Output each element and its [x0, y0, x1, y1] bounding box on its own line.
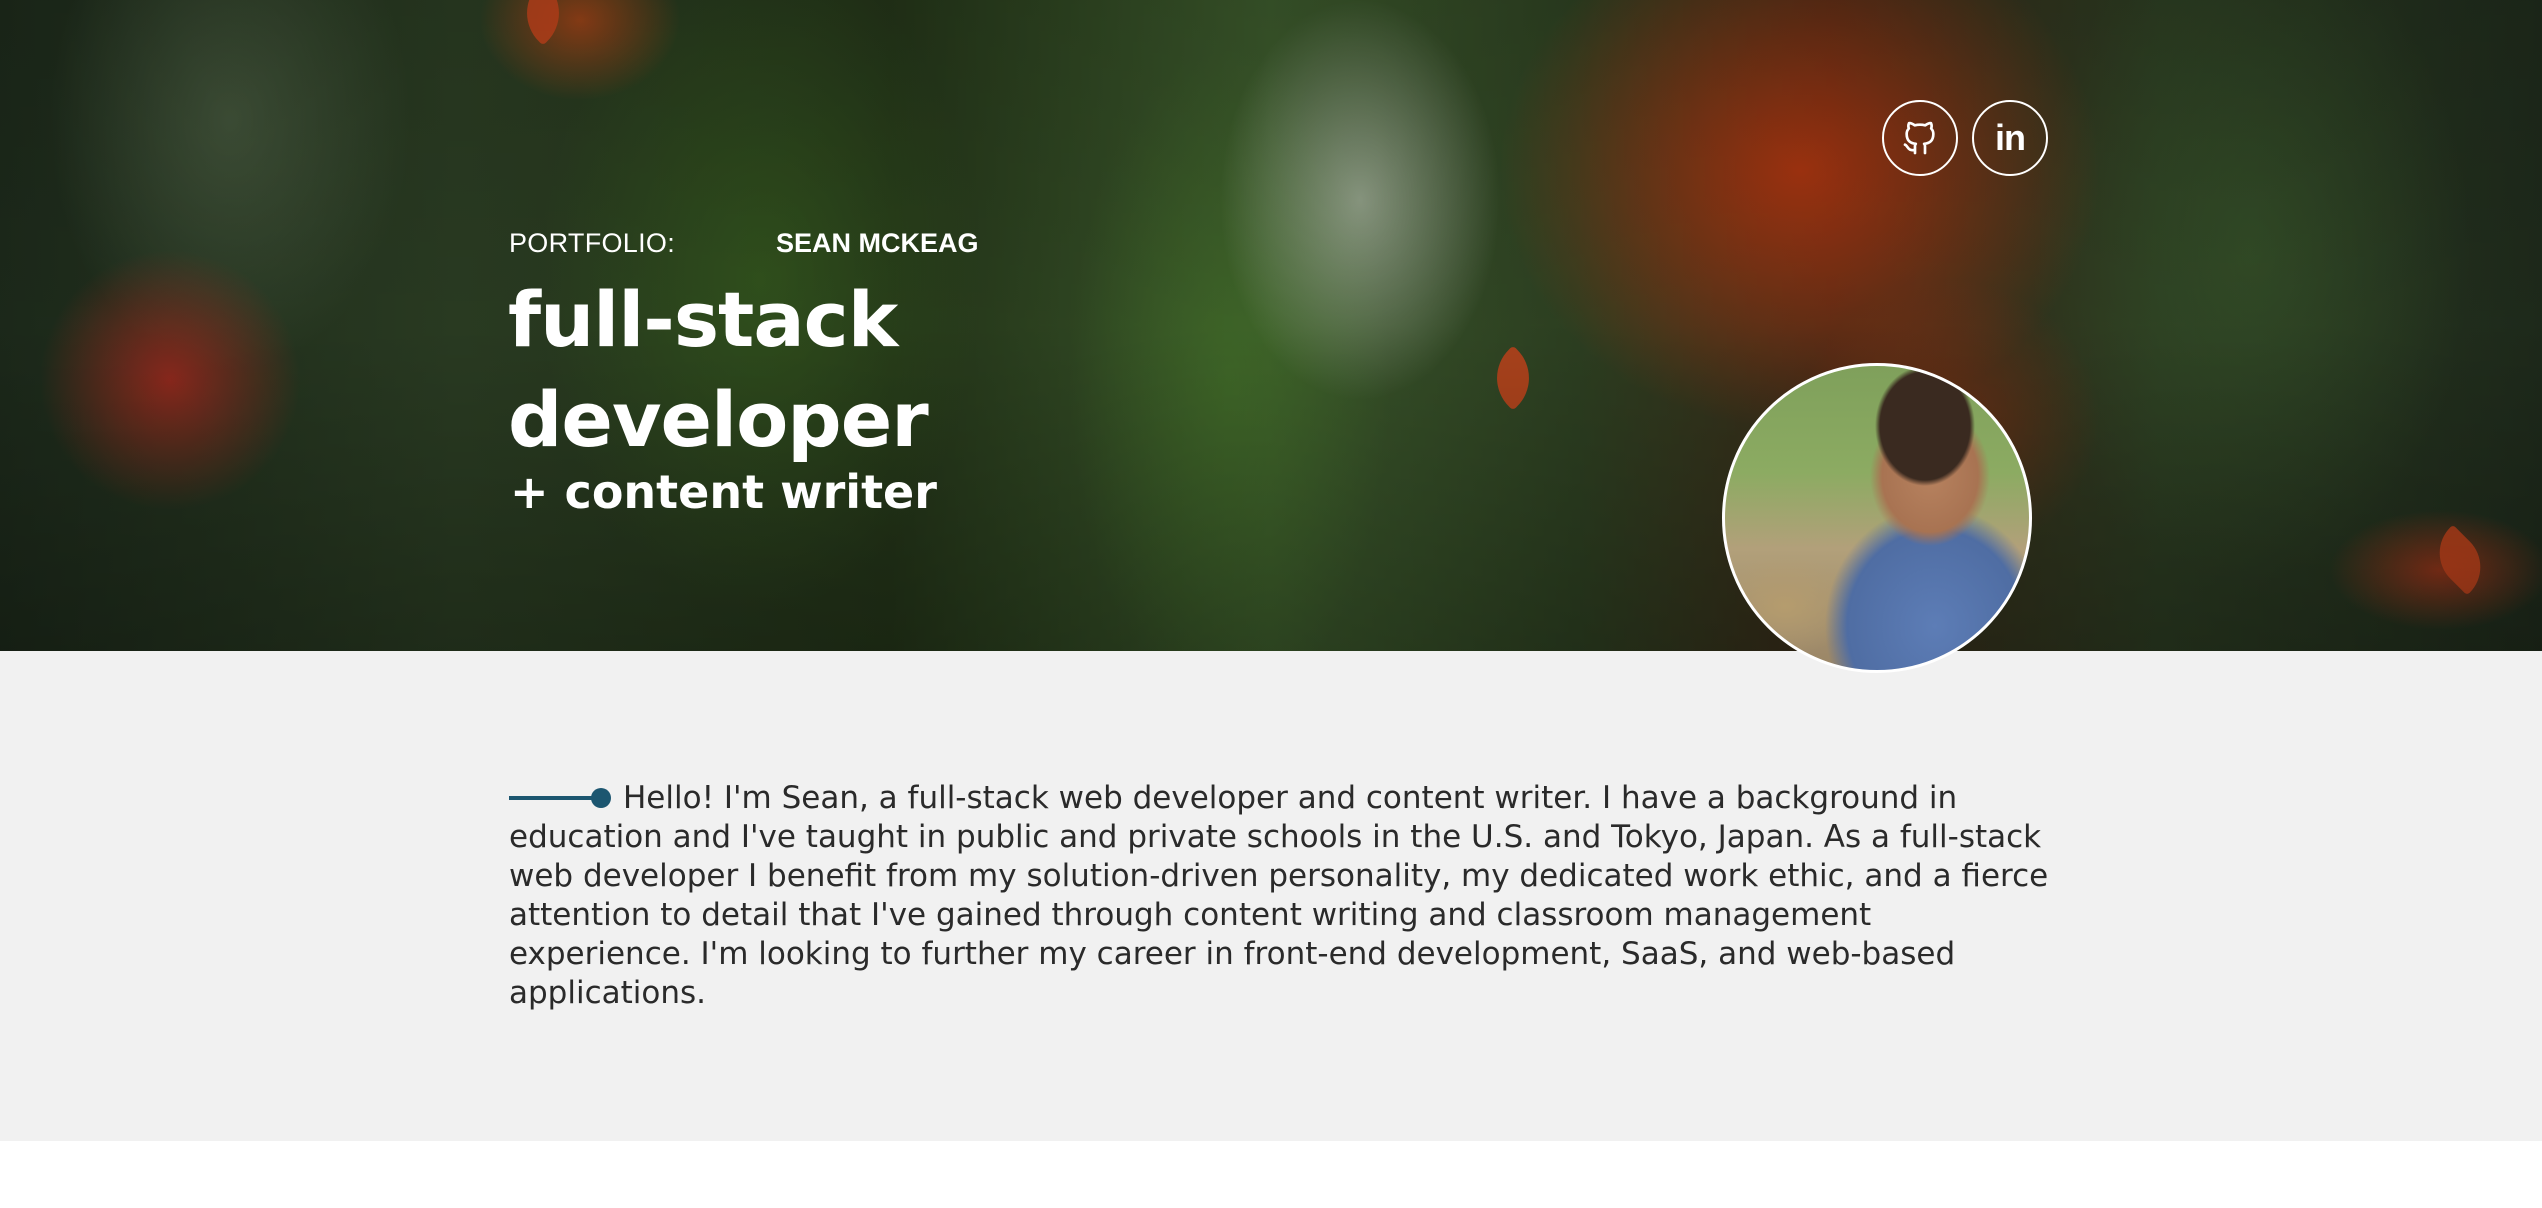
linkedin-link[interactable]: in: [1972, 100, 2048, 176]
page-subtitle: + content writer: [510, 465, 937, 519]
page-title: full-stack developer: [508, 275, 929, 464]
accent-line: [509, 795, 593, 800]
avatar: [1722, 363, 2032, 673]
about-section: Hello! I'm Sean, a full-stack web develo…: [0, 651, 2542, 1141]
hero-overlay: [0, 0, 2542, 651]
github-link[interactable]: [1882, 100, 1958, 176]
hero-banner: PORTFOLIO: SEAN MCKEAG full-stack develo…: [0, 0, 2542, 651]
github-icon: [1903, 121, 1935, 155]
portfolio-label: PORTFOLIO:: [509, 228, 676, 258]
about-text: Hello! I'm Sean, a full-stack web develo…: [509, 780, 2049, 1011]
owner-name: SEAN MCKEAG: [776, 228, 979, 258]
linkedin-icon: in: [1995, 117, 2026, 158]
about-paragraph: Hello! I'm Sean, a full-stack web develo…: [509, 779, 2049, 1013]
accent-dot: [591, 787, 611, 808]
